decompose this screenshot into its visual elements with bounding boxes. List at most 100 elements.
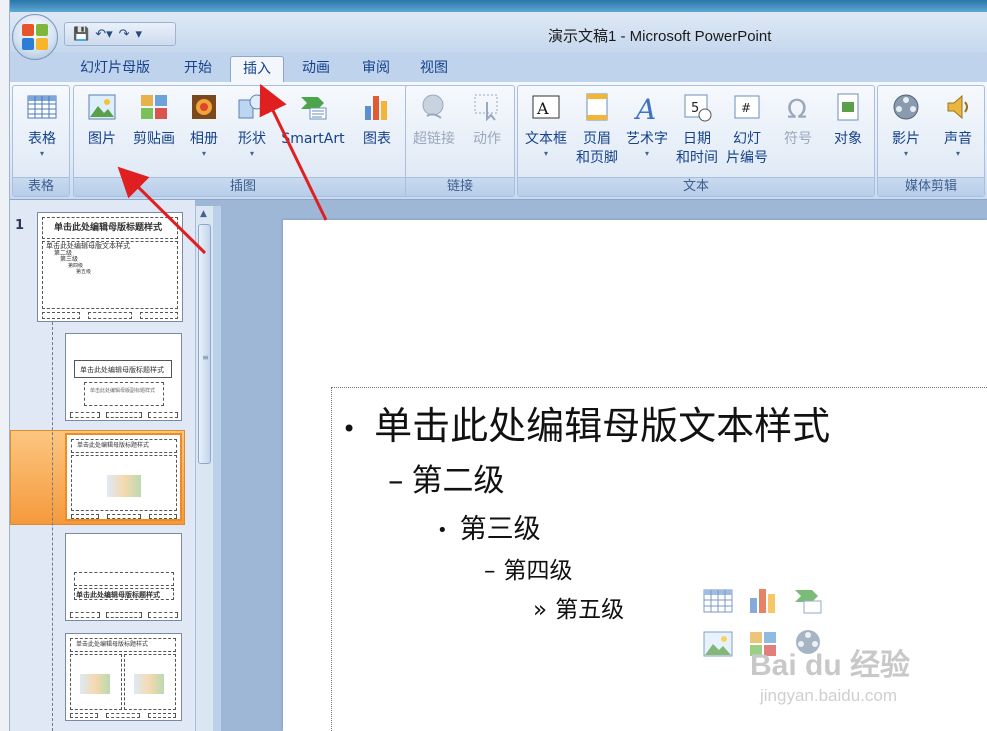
photo-album-button[interactable]: 相册 ▾: [182, 92, 226, 159]
tab-home[interactable]: 开始: [170, 56, 226, 82]
thumbnail-master-l5: 第五级: [76, 269, 92, 275]
smartart-label: SmartArt: [281, 131, 345, 147]
tab-insert[interactable]: 插入: [230, 56, 284, 82]
wordart-button[interactable]: A 艺术字 ▾: [622, 92, 672, 159]
desktop-remnant: [0, 0, 10, 731]
date-time-button[interactable]: 5 日期 和时间: [672, 92, 722, 168]
tab-view[interactable]: 视图: [406, 56, 462, 82]
body-level-4-text: 第四级: [503, 558, 573, 584]
insert-chart-icon[interactable]: [748, 586, 778, 614]
watermark-brand: Bai du 经验: [750, 649, 911, 682]
chart-label: 图表: [363, 131, 391, 147]
bullet-level-5: »: [533, 597, 548, 623]
body-level-5-text: 第五级: [555, 597, 625, 623]
body-level-5[interactable]: » 第五级: [533, 590, 624, 624]
body-level-2[interactable]: – 第二级: [388, 455, 505, 500]
header-footer-button[interactable]: 页眉 和页脚: [572, 92, 622, 168]
textbox-button[interactable]: A 文本框 ▾: [520, 92, 572, 159]
chevron-down-icon: ▾: [903, 149, 908, 158]
thumbnail-content-layout-title: 单击此处编辑母版标题样式: [77, 442, 150, 449]
ribbon-tabs: 幻灯片母版 开始 插入 动画 审阅 视图: [10, 52, 987, 82]
undo-icon[interactable]: ↶▾: [95, 27, 112, 42]
thumbnail-section-header-layout[interactable]: 单击此处编辑母版标题样式: [65, 533, 182, 621]
object-icon: [837, 93, 859, 121]
group-label-illustrations: 插图: [74, 177, 412, 196]
chevron-down-icon: ▾: [249, 149, 254, 158]
bullet-level-2: –: [388, 463, 404, 499]
movie-icon: [893, 94, 919, 120]
scrollbar-thumb[interactable]: ≡: [198, 224, 211, 464]
tab-review[interactable]: 审阅: [348, 56, 404, 82]
shapes-button[interactable]: 形状 ▾: [230, 92, 274, 159]
tab-animations[interactable]: 动画: [288, 56, 344, 82]
chevron-down-icon: ▾: [201, 149, 206, 158]
group-label-tables: 表格: [13, 177, 69, 196]
group-label-links: 链接: [406, 177, 514, 196]
symbol-icon: Ω: [787, 95, 807, 122]
thumbnail-two-content-layout[interactable]: 单击此处编辑母版标题样式: [65, 633, 182, 721]
thumbnail-master-title: 单击此处编辑母版标题样式: [54, 223, 163, 233]
thumbnail-slide-master[interactable]: 单击此处编辑母版标题样式 单击此处编辑母版文本样式 第二级 第三级 第四级 第五…: [37, 212, 183, 322]
chevron-down-icon: ▾: [543, 149, 548, 158]
object-button[interactable]: 对象: [824, 92, 872, 149]
chevron-down-icon: ▾: [955, 149, 960, 158]
scroll-up-icon[interactable]: ▲: [200, 209, 207, 219]
insert-table-icon[interactable]: [703, 588, 733, 616]
redo-icon[interactable]: ↷: [119, 27, 130, 42]
bullet-level-3: •: [437, 520, 448, 541]
symbol-button[interactable]: Ω 符号: [774, 92, 822, 149]
action-button[interactable]: 动作: [462, 92, 512, 149]
save-icon[interactable]: 💾: [73, 27, 89, 42]
header-footer-icon: [586, 93, 608, 121]
insert-smartart-icon[interactable]: [793, 587, 823, 615]
thumbnail-content-layout[interactable]: 单击此处编辑母版标题样式: [65, 433, 182, 521]
customize-icon[interactable]: ▾: [136, 27, 143, 42]
thumbnail-title-layout[interactable]: 单击此处编辑母版标题样式 单击此处编辑母版副标题样式: [65, 333, 182, 421]
sound-label: 声音: [944, 131, 972, 147]
slide-number-button[interactable]: # 幻灯 片编号: [722, 92, 772, 168]
bullet-level-1: •: [342, 414, 357, 443]
thumbnails-scrollbar[interactable]: ▲ ≡: [195, 206, 213, 731]
body-level-4[interactable]: – 第四级: [484, 551, 573, 585]
picture-button[interactable]: 图片: [78, 92, 126, 149]
watermark-url: jingyan.baidu.com: [760, 686, 898, 705]
hyperlink-icon: [422, 94, 444, 119]
smartart-icon: [301, 97, 327, 120]
clipart-icon: [141, 95, 167, 119]
table-label: 表格: [28, 131, 56, 147]
chart-button[interactable]: 图表: [352, 92, 402, 149]
pane-splitter[interactable]: [213, 206, 221, 731]
window-title: 演示文稿1 - Microsoft PowerPoint: [548, 28, 772, 45]
insert-picture-icon[interactable]: [703, 630, 733, 658]
photo-album-icon: [192, 95, 216, 119]
thumbnail-title-layout-sub: 单击此处编辑母版副标题样式: [90, 388, 156, 394]
body-level-1[interactable]: • 单击此处编辑母版文本样式: [342, 395, 830, 450]
textbox-icon: A: [532, 95, 560, 119]
table-icon: [27, 95, 57, 119]
movie-label: 影片: [892, 131, 920, 147]
table-button[interactable]: 表格 ▾: [17, 92, 67, 159]
object-label: 对象: [834, 131, 862, 147]
thumbnail-section-title: 单击此处编辑母版标题样式: [76, 591, 160, 599]
photo-album-label: 相册: [190, 131, 218, 147]
clipart-label: 剪贴画: [133, 131, 175, 147]
body-level-3-text: 第三级: [459, 514, 541, 545]
date-time-icon: 5: [684, 94, 712, 122]
action-label: 动作: [473, 131, 501, 147]
layout-connector-line: [52, 322, 53, 731]
body-level-3[interactable]: • 第三级: [437, 507, 541, 546]
shapes-label: 形状: [238, 131, 266, 147]
smartart-button[interactable]: SmartArt: [276, 92, 350, 149]
svg-text:A: A: [536, 99, 549, 118]
bullet-level-4: –: [484, 558, 496, 584]
hyperlink-button[interactable]: 超链接: [408, 92, 460, 149]
tab-slide-master[interactable]: 幻灯片母版: [70, 56, 160, 82]
sound-button[interactable]: 声音 ▾: [932, 92, 984, 159]
svg-text:Ω: Ω: [787, 95, 807, 122]
movie-button[interactable]: 影片 ▾: [880, 92, 932, 159]
thumbnail-title-layout-title: 单击此处编辑母版标题样式: [80, 366, 164, 374]
office-button[interactable]: [12, 14, 58, 60]
group-links: 超链接 动作 链接: [405, 85, 515, 197]
clipart-button[interactable]: 剪贴画: [128, 92, 180, 149]
desktop-strip: [0, 0, 987, 12]
